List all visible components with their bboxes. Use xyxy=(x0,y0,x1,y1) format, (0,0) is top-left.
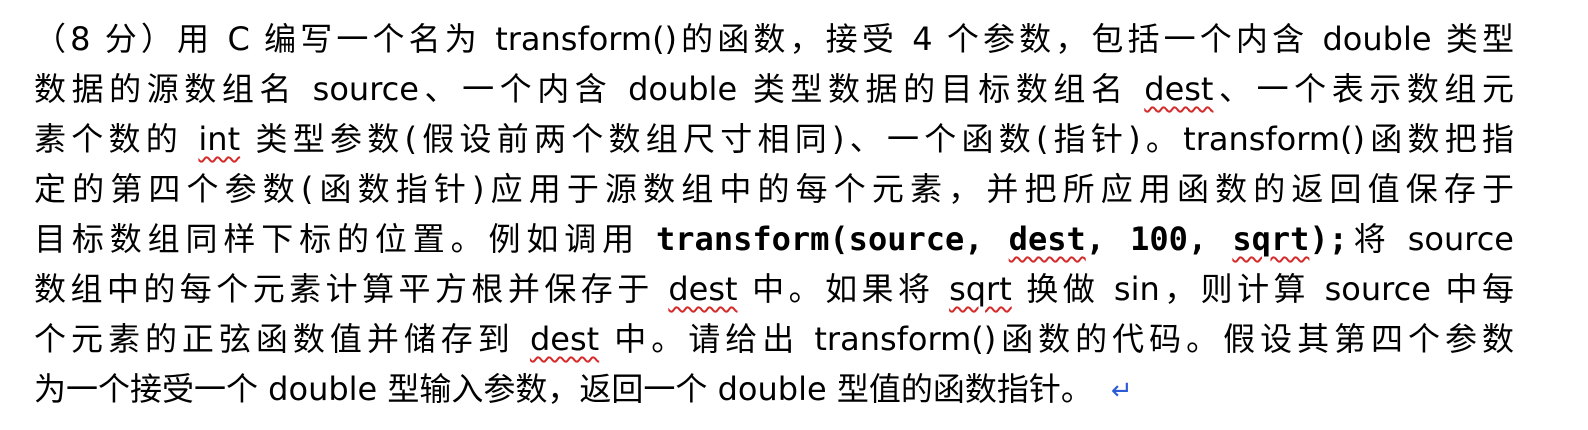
code-run: ); xyxy=(1309,220,1348,258)
text-run: 、一个表示数组元 xyxy=(1213,70,1514,108)
text-run: 定的第四个参数(函数指针)应用于源数组中的每个元素，并把所应用函数的返回值保存于 xyxy=(34,170,1514,208)
spellcheck-word: sqrt xyxy=(1232,220,1310,258)
text-run: 中。如果将 xyxy=(737,270,950,308)
code-run: transform(source, xyxy=(656,220,1009,258)
text-line-6: 数组中的每个元素计算平方根并保存于 dest 中。如果将 sqrt 换做 sin… xyxy=(34,264,1514,314)
text-line-8: 为一个接受一个 double 型输入参数，返回一个 double 型值的函数指针… xyxy=(34,364,1514,414)
spellcheck-word: sqrt xyxy=(949,270,1012,308)
text-run: 数组中的每个元素计算平方根并保存于 xyxy=(34,270,669,308)
text-line-3: 素个数的 int 类型参数(假设前两个数组尺寸相同)、一个函数(指针)。tran… xyxy=(34,114,1514,164)
text-line-1: （8 分）用 C 编写一个名为 transform()的函数，接受 4 个参数，… xyxy=(34,14,1514,64)
text-line-4: 定的第四个参数(函数指针)应用于源数组中的每个元素，并把所应用函数的返回值保存于 xyxy=(34,164,1514,214)
paragraph-mark-icon: ↵ xyxy=(1110,376,1133,406)
question-paragraph: （8 分）用 C 编写一个名为 transform()的函数，接受 4 个参数，… xyxy=(34,14,1514,414)
text-run: （8 分）用 C 编写一个名为 transform()的函数，接受 4 个参数，… xyxy=(34,20,1514,58)
text-run: 数据的源数组名 source、一个内含 double 类型数据的目标数组名 xyxy=(34,70,1145,108)
spellcheck-word: dest xyxy=(529,320,600,358)
text-run: 类型参数(假设前两个数组尺寸相同)、一个函数(指针)。transform()函数… xyxy=(240,120,1514,158)
spellcheck-word: int xyxy=(198,120,241,158)
text-run: 个元素的正弦函数值并储存到 xyxy=(34,320,530,358)
code-run: , 100, xyxy=(1085,220,1233,258)
text-run: 换做 sin，则计算 source 中每 xyxy=(1011,270,1514,308)
spellcheck-word: dest xyxy=(668,270,738,308)
text-run: 目标数组同样下标的位置。例如调用 xyxy=(34,220,657,258)
text-line-2: 数据的源数组名 source、一个内含 double 类型数据的目标数组名 de… xyxy=(34,64,1514,114)
spellcheck-word: dest xyxy=(1008,220,1086,258)
text-line-5: 目标数组同样下标的位置。例如调用 transform(source, dest,… xyxy=(34,214,1514,264)
document-page: （8 分）用 C 编写一个名为 transform()的函数，接受 4 个参数，… xyxy=(0,0,1588,430)
text-run: 为一个接受一个 double 型输入参数，返回一个 double 型值的函数指针… xyxy=(34,370,1093,408)
spellcheck-word: dest xyxy=(1144,70,1214,108)
text-run: 素个数的 xyxy=(34,120,199,158)
code-snippet: transform(source, dest, 100, sqrt); xyxy=(656,220,1348,258)
text-line-7: 个元素的正弦函数值并储存到 dest 中。请给出 transform()函数的代… xyxy=(34,314,1514,364)
text-run: 中。请给出 transform()函数的代码。假设其第四个参数 xyxy=(599,320,1514,358)
text-run: 将 source xyxy=(1347,220,1514,258)
